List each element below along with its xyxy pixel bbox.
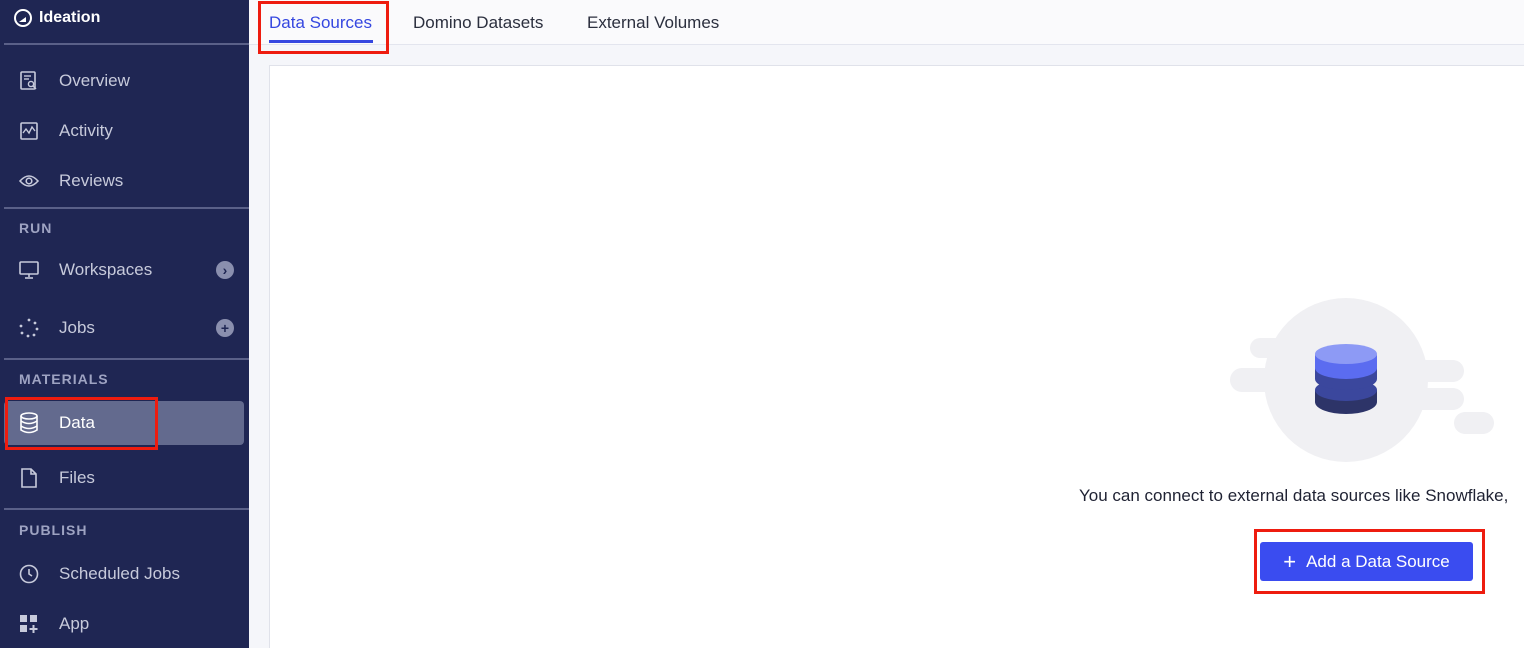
project-brand[interactable]: Ideation	[14, 6, 100, 30]
add-data-source-button[interactable]: + Add a Data Source	[1260, 542, 1473, 581]
activity-icon	[18, 120, 40, 142]
sidebar-item-label: Activity	[59, 121, 113, 140]
sidebar-item-label: Reviews	[59, 171, 124, 190]
sidebar-item-workspaces[interactable]: Workspaces ›	[4, 248, 244, 292]
sidebar-divider	[4, 43, 249, 45]
sidebar-item-reviews[interactable]: Reviews	[4, 159, 244, 203]
project-logo-icon	[14, 9, 32, 27]
section-run-heading: RUN	[19, 220, 53, 236]
eye-icon	[18, 170, 40, 192]
sidebar: Ideation Overview Activity Reviews RUN W…	[0, 0, 249, 648]
tab-external-volumes[interactable]: External Volumes	[587, 13, 719, 33]
sidebar-item-label: Workspaces	[59, 260, 153, 279]
sidebar-item-files[interactable]: Files	[4, 456, 244, 500]
overview-icon	[18, 70, 40, 92]
plus-icon[interactable]: +	[216, 319, 234, 337]
sidebar-item-label: Scheduled Jobs	[59, 564, 180, 583]
tab-data-sources[interactable]: Data Sources	[269, 13, 372, 33]
active-tab-indicator	[269, 40, 373, 43]
sidebar-item-label: Data	[59, 413, 95, 432]
sidebar-divider	[4, 358, 249, 360]
tab-domino-datasets[interactable]: Domino Datasets	[413, 13, 543, 33]
sidebar-item-label: Jobs	[59, 318, 95, 337]
sidebar-item-data[interactable]: Data	[4, 401, 244, 445]
sidebar-item-app[interactable]: App	[4, 602, 244, 646]
jobs-icon	[18, 317, 40, 339]
plus-icon: +	[1283, 548, 1297, 574]
database-illustration-icon	[1230, 298, 1494, 462]
monitor-icon	[18, 259, 40, 281]
sidebar-item-overview[interactable]: Overview	[4, 59, 244, 103]
sidebar-item-scheduled-jobs[interactable]: Scheduled Jobs	[4, 552, 244, 596]
sidebar-item-label: Files	[59, 468, 95, 487]
empty-state-message: You can connect to external data sources…	[1079, 486, 1509, 505]
sidebar-item-label: App	[59, 614, 90, 633]
app-icon	[18, 613, 40, 635]
sidebar-item-label: Overview	[59, 71, 130, 90]
section-materials-heading: MATERIALS	[19, 371, 109, 387]
chevron-right-icon[interactable]: ›	[216, 261, 234, 279]
sidebar-item-jobs[interactable]: Jobs +	[4, 306, 244, 350]
sidebar-item-activity[interactable]: Activity	[4, 109, 244, 153]
project-name: Ideation	[39, 9, 101, 26]
database-icon	[18, 412, 40, 434]
file-icon	[18, 467, 40, 489]
section-publish-heading: PUBLISH	[19, 522, 88, 538]
sidebar-divider	[4, 207, 249, 209]
add-data-source-label: Add a Data Source	[1306, 551, 1450, 571]
sidebar-divider	[4, 508, 249, 510]
clock-icon	[18, 563, 40, 585]
